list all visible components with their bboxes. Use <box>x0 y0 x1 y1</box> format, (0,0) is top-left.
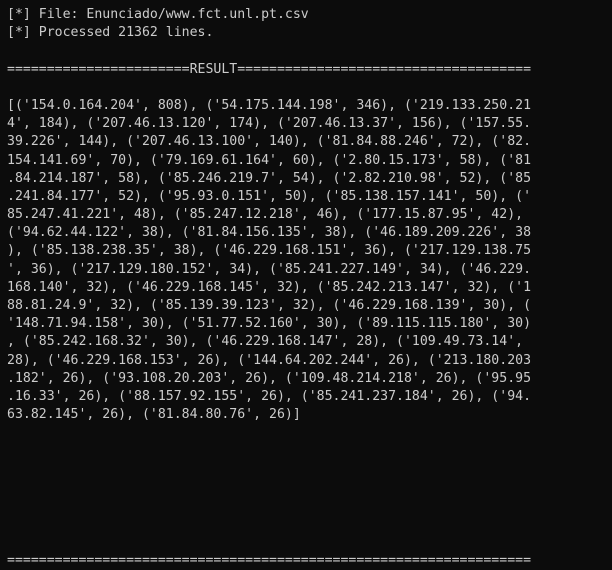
result-line <box>7 515 612 533</box>
result-line: [('154.0.164.204', 808), ('54.175.144.19… <box>7 97 532 113</box>
result-line: .84.214.187', 58), ('85.246.219.7', 54),… <box>7 170 532 186</box>
result-line: ), ('85.138.238.35', 38), ('46.229.168.1… <box>7 243 532 259</box>
result-line: 168.140', 32), ('46.229.168.145', 32), (… <box>7 279 532 295</box>
result-line: ('94.62.44.122', 38), ('81.84.156.135', … <box>7 225 532 241</box>
header-processed-line: [*] Processed 21362 lines. <box>7 25 214 41</box>
result-banner: =======================RESULT===========… <box>7 61 532 77</box>
result-line <box>7 461 612 479</box>
result-line: .182', 26), ('93.108.20.203', 26), ('109… <box>7 370 532 386</box>
result-line: 63.82.145', 26), ('81.84.80.76', 26)] <box>7 407 301 423</box>
result-line: '148.71.94.158', 30), ('51.77.52.160', 3… <box>7 316 532 332</box>
result-line: ', 36), ('217.129.180.152', 34), ('85.24… <box>7 261 532 277</box>
result-line: .241.84.177', 52), ('95.93.0.151', 50), … <box>7 188 532 204</box>
result-line <box>7 497 612 515</box>
footer-banner: ========================================… <box>7 552 532 568</box>
result-line: 85.247.41.221', 48), ('85.247.12.218', 4… <box>7 207 524 223</box>
result-line: 4', 184), ('207.46.13.120', 174), ('207.… <box>7 116 532 132</box>
result-line <box>7 479 612 497</box>
result-line <box>7 443 612 461</box>
result-line: 154.141.69', 70), ('79.169.61.164', 60),… <box>7 152 532 168</box>
result-line: 28), ('46.229.168.153', 26), ('144.64.20… <box>7 352 532 368</box>
result-line <box>7 533 612 551</box>
header-file-line: [*] File: Enunciado/www.fct.unl.pt.csv <box>7 7 309 22</box>
result-line: .16.33', 26), ('88.157.92.155', 26), ('8… <box>7 388 532 404</box>
terminal-window[interactable]: [*] File: Enunciado/www.fct.unl.pt.csv [… <box>0 0 612 568</box>
result-line: 39.226', 144), ('207.46.13.100', 140), (… <box>7 134 532 150</box>
result-line <box>7 424 612 442</box>
result-line: 88.81.24.9', 32), ('85.139.39.123', 32),… <box>7 298 532 313</box>
result-line: , ('85.242.168.32', 30), ('46.229.168.14… <box>7 334 524 350</box>
